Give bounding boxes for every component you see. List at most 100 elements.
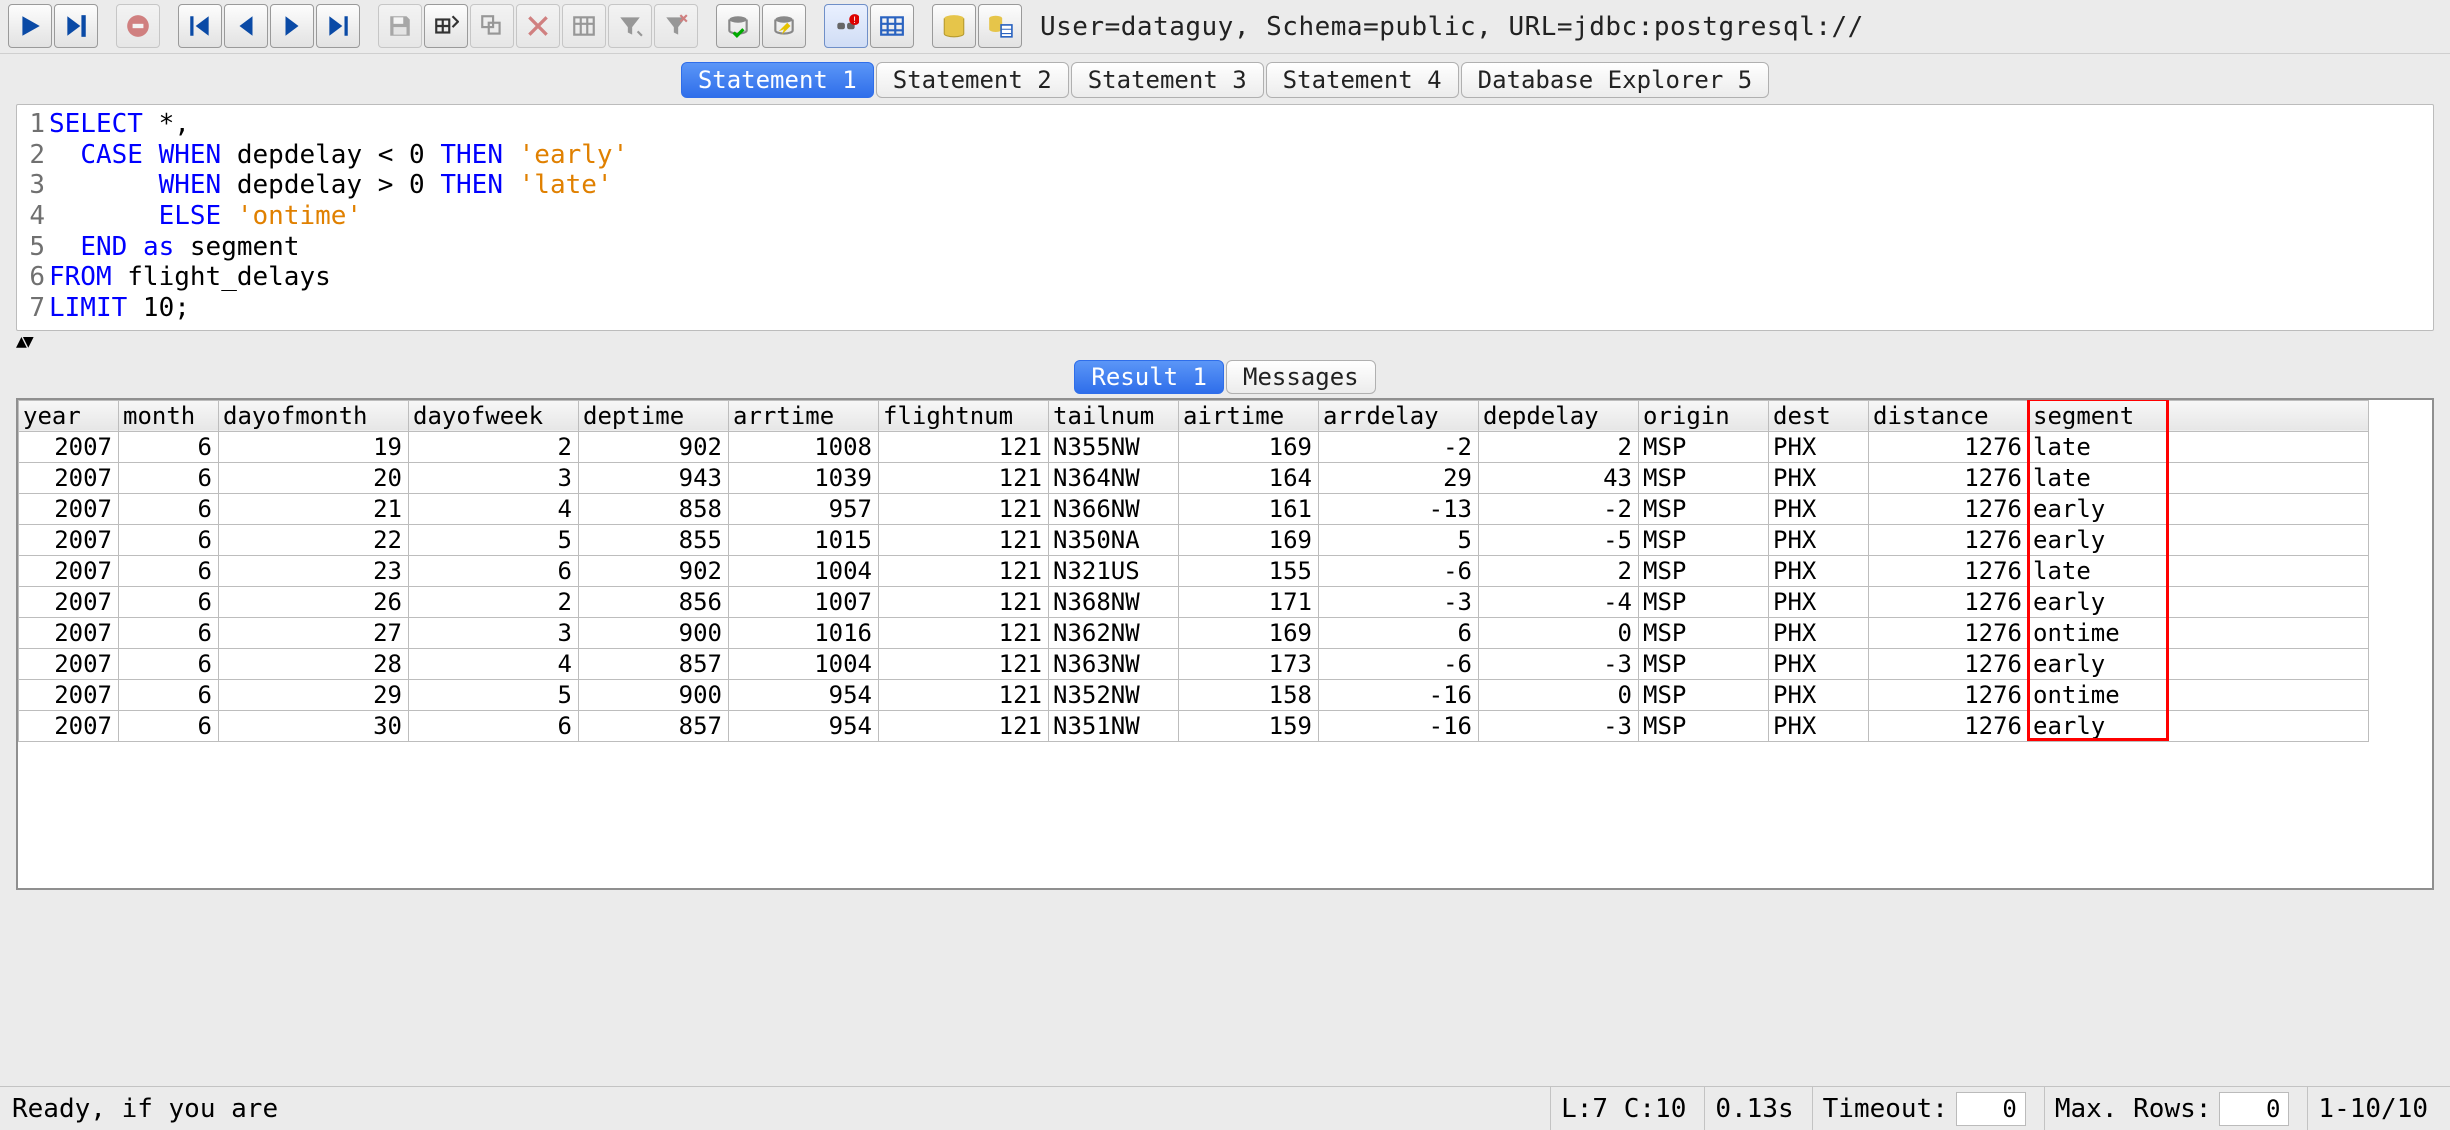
- cell-dayofmonth[interactable]: 26: [219, 586, 409, 617]
- cell-distance[interactable]: 1276: [1869, 679, 2029, 710]
- cell-arrdelay[interactable]: -16: [1319, 710, 1479, 741]
- cell-airtime[interactable]: 158: [1179, 679, 1319, 710]
- cell-year[interactable]: 2007: [19, 462, 119, 493]
- column-header-dest[interactable]: dest: [1769, 400, 1869, 431]
- table-row[interactable]: 200762739001016121N362NW16960MSPPHX1276o…: [19, 617, 2369, 648]
- column-header-flightnum[interactable]: flightnum: [879, 400, 1049, 431]
- column-header-arrtime[interactable]: arrtime: [729, 400, 879, 431]
- cell-flightnum[interactable]: 121: [879, 493, 1049, 524]
- cell-distance[interactable]: 1276: [1869, 462, 2029, 493]
- column-header-deptime[interactable]: deptime: [579, 400, 729, 431]
- splitter-handle[interactable]: ▲▼: [16, 331, 2434, 352]
- cell-deptime[interactable]: 943: [579, 462, 729, 493]
- cell-tailnum[interactable]: N368NW: [1049, 586, 1179, 617]
- cell-distance[interactable]: 1276: [1869, 586, 2029, 617]
- column-header-year[interactable]: year: [19, 400, 119, 431]
- cell-dayofmonth[interactable]: 21: [219, 493, 409, 524]
- table-row[interactable]: 200762258551015121N350NA1695-5MSPPHX1276…: [19, 524, 2369, 555]
- cell-flightnum[interactable]: 121: [879, 586, 1049, 617]
- cell-year[interactable]: 2007: [19, 648, 119, 679]
- cell-arrdelay[interactable]: -16: [1319, 679, 1479, 710]
- cell-arrdelay[interactable]: -3: [1319, 586, 1479, 617]
- table-row[interactable]: 200762369021004121N321US155-62MSPPHX1276…: [19, 555, 2369, 586]
- cell-deptime[interactable]: 858: [579, 493, 729, 524]
- cell-dest[interactable]: PHX: [1769, 493, 1869, 524]
- cell-depdelay[interactable]: -4: [1479, 586, 1639, 617]
- cell-distance[interactable]: 1276: [1869, 617, 2029, 648]
- cell-deptime[interactable]: 900: [579, 679, 729, 710]
- cell-year[interactable]: 2007: [19, 586, 119, 617]
- cell-tailnum[interactable]: N366NW: [1049, 493, 1179, 524]
- cell-flightnum[interactable]: 121: [879, 710, 1049, 741]
- cell-origin[interactable]: MSP: [1639, 648, 1769, 679]
- cell-month[interactable]: 6: [119, 462, 219, 493]
- cell-tailnum[interactable]: N351NW: [1049, 710, 1179, 741]
- result-grid[interactable]: yearmonthdayofmonthdayofweekdeptimearrti…: [18, 400, 2369, 742]
- cell-origin[interactable]: MSP: [1639, 710, 1769, 741]
- table-row[interactable]: 200761929021008121N355NW169-22MSPPHX1276…: [19, 431, 2369, 462]
- cell-dest[interactable]: PHX: [1769, 431, 1869, 462]
- cell-month[interactable]: 6: [119, 679, 219, 710]
- cell-year[interactable]: 2007: [19, 710, 119, 741]
- column-header-arrdelay[interactable]: arrdelay: [1319, 400, 1479, 431]
- cell-tailnum[interactable]: N363NW: [1049, 648, 1179, 679]
- cell-airtime[interactable]: 169: [1179, 431, 1319, 462]
- cell-arrdelay[interactable]: -6: [1319, 648, 1479, 679]
- column-header-origin[interactable]: origin: [1639, 400, 1769, 431]
- cell-dest[interactable]: PHX: [1769, 679, 1869, 710]
- cell-airtime[interactable]: 155: [1179, 555, 1319, 586]
- cell-arrtime[interactable]: 954: [729, 679, 879, 710]
- cell-origin[interactable]: MSP: [1639, 617, 1769, 648]
- cell-deptime[interactable]: 900: [579, 617, 729, 648]
- cell-dayofweek[interactable]: 5: [409, 679, 579, 710]
- cell-dayofmonth[interactable]: 19: [219, 431, 409, 462]
- cell-segment[interactable]: early: [2029, 586, 2169, 617]
- reconnect-icon[interactable]: !: [824, 4, 868, 48]
- db-icon[interactable]: [932, 4, 976, 48]
- cell-airtime[interactable]: 171: [1179, 586, 1319, 617]
- cell-depdelay[interactable]: -3: [1479, 648, 1639, 679]
- statement-tab-1[interactable]: Statement 1: [681, 62, 874, 98]
- cell-month[interactable]: 6: [119, 524, 219, 555]
- code-line[interactable]: FROM flight_delays: [49, 262, 2427, 293]
- column-header-tailnum[interactable]: tailnum: [1049, 400, 1179, 431]
- cell-airtime[interactable]: 164: [1179, 462, 1319, 493]
- cell-segment[interactable]: late: [2029, 462, 2169, 493]
- cell-segment[interactable]: ontime: [2029, 679, 2169, 710]
- db-schema-icon[interactable]: [978, 4, 1022, 48]
- cell-segment[interactable]: early: [2029, 710, 2169, 741]
- cell-flightnum[interactable]: 121: [879, 648, 1049, 679]
- table-row[interactable]: 200762848571004121N363NW173-6-3MSPPHX127…: [19, 648, 2369, 679]
- cell-arrtime[interactable]: 1039: [729, 462, 879, 493]
- cell-segment[interactable]: late: [2029, 431, 2169, 462]
- cell-flightnum[interactable]: 121: [879, 617, 1049, 648]
- cell-dest[interactable]: PHX: [1769, 648, 1869, 679]
- column-header-month[interactable]: month: [119, 400, 219, 431]
- messages-tab[interactable]: Messages: [1226, 360, 1376, 394]
- cell-origin[interactable]: MSP: [1639, 679, 1769, 710]
- cell-dest[interactable]: PHX: [1769, 617, 1869, 648]
- column-header-airtime[interactable]: airtime: [1179, 400, 1319, 431]
- cell-airtime[interactable]: 169: [1179, 524, 1319, 555]
- cell-arrtime[interactable]: 1008: [729, 431, 879, 462]
- cell-flightnum[interactable]: 121: [879, 462, 1049, 493]
- cell-depdelay[interactable]: -2: [1479, 493, 1639, 524]
- cell-dest[interactable]: PHX: [1769, 555, 1869, 586]
- cell-arrtime[interactable]: 1015: [729, 524, 879, 555]
- cell-depdelay[interactable]: 0: [1479, 617, 1639, 648]
- cell-segment[interactable]: early: [2029, 648, 2169, 679]
- cell-airtime[interactable]: 169: [1179, 617, 1319, 648]
- cell-deptime[interactable]: 857: [579, 710, 729, 741]
- table-row[interactable]: 200762628561007121N368NW171-3-4MSPPHX127…: [19, 586, 2369, 617]
- cell-distance[interactable]: 1276: [1869, 555, 2029, 586]
- table-row[interactable]: 200762039431039121N364NW1642943MSPPHX127…: [19, 462, 2369, 493]
- cell-tailnum[interactable]: N321US: [1049, 555, 1179, 586]
- table-row[interactable]: 20076295900954121N352NW158-160MSPPHX1276…: [19, 679, 2369, 710]
- cell-depdelay[interactable]: -5: [1479, 524, 1639, 555]
- statement-tab-5[interactable]: Database Explorer 5: [1461, 62, 1770, 98]
- status-maxrows-input[interactable]: 0: [2219, 1092, 2289, 1126]
- cell-dayofweek[interactable]: 4: [409, 648, 579, 679]
- cell-arrdelay[interactable]: -2: [1319, 431, 1479, 462]
- run-icon[interactable]: [8, 4, 52, 48]
- cell-arrdelay[interactable]: 6: [1319, 617, 1479, 648]
